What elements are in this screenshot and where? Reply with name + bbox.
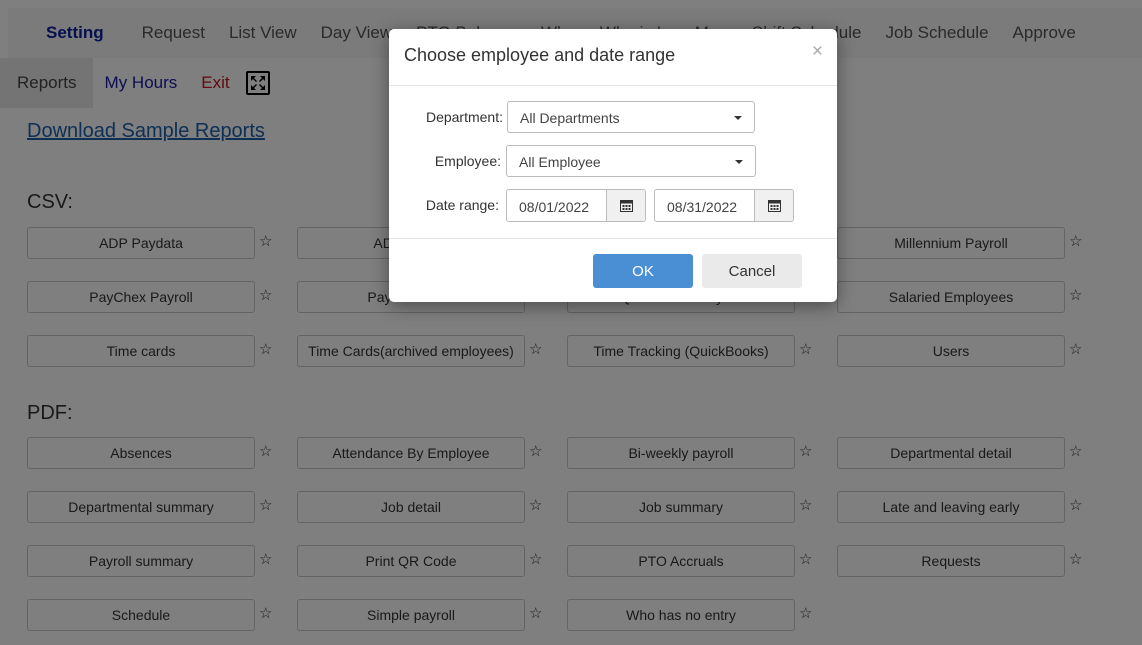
chevron-down-icon [735,160,743,164]
date-range-label: Date range: [425,197,499,213]
close-icon[interactable]: × [812,42,823,61]
calendar-glyph-icon [619,200,633,212]
department-select[interactable]: All Departments [507,101,755,133]
employee-select-value: All Employee [519,154,601,170]
calendar-glyph-icon [767,200,781,212]
chevron-down-icon [734,116,742,120]
date-range-dialog: Choose employee and date range × Departm… [389,29,837,302]
dialog-footer-divider [389,238,837,239]
end-date-input[interactable]: 08/31/2022 [667,199,737,215]
dialog-title: Choose employee and date range [404,45,676,65]
end-date-picker[interactable]: 08/31/2022 [654,189,794,222]
start-date-input[interactable]: 08/01/2022 [519,199,589,215]
dialog-header-divider [389,85,837,86]
cancel-button[interactable]: Cancel [702,254,802,288]
start-date-picker[interactable]: 08/01/2022 [506,189,646,222]
employee-select[interactable]: All Employee [506,145,756,177]
calendar-icon[interactable] [754,190,793,221]
department-label: Department: [425,109,503,125]
employee-label: Employee: [434,153,501,169]
department-select-value: All Departments [520,110,620,126]
ok-button[interactable]: OK [593,254,693,288]
calendar-icon[interactable] [606,190,645,221]
